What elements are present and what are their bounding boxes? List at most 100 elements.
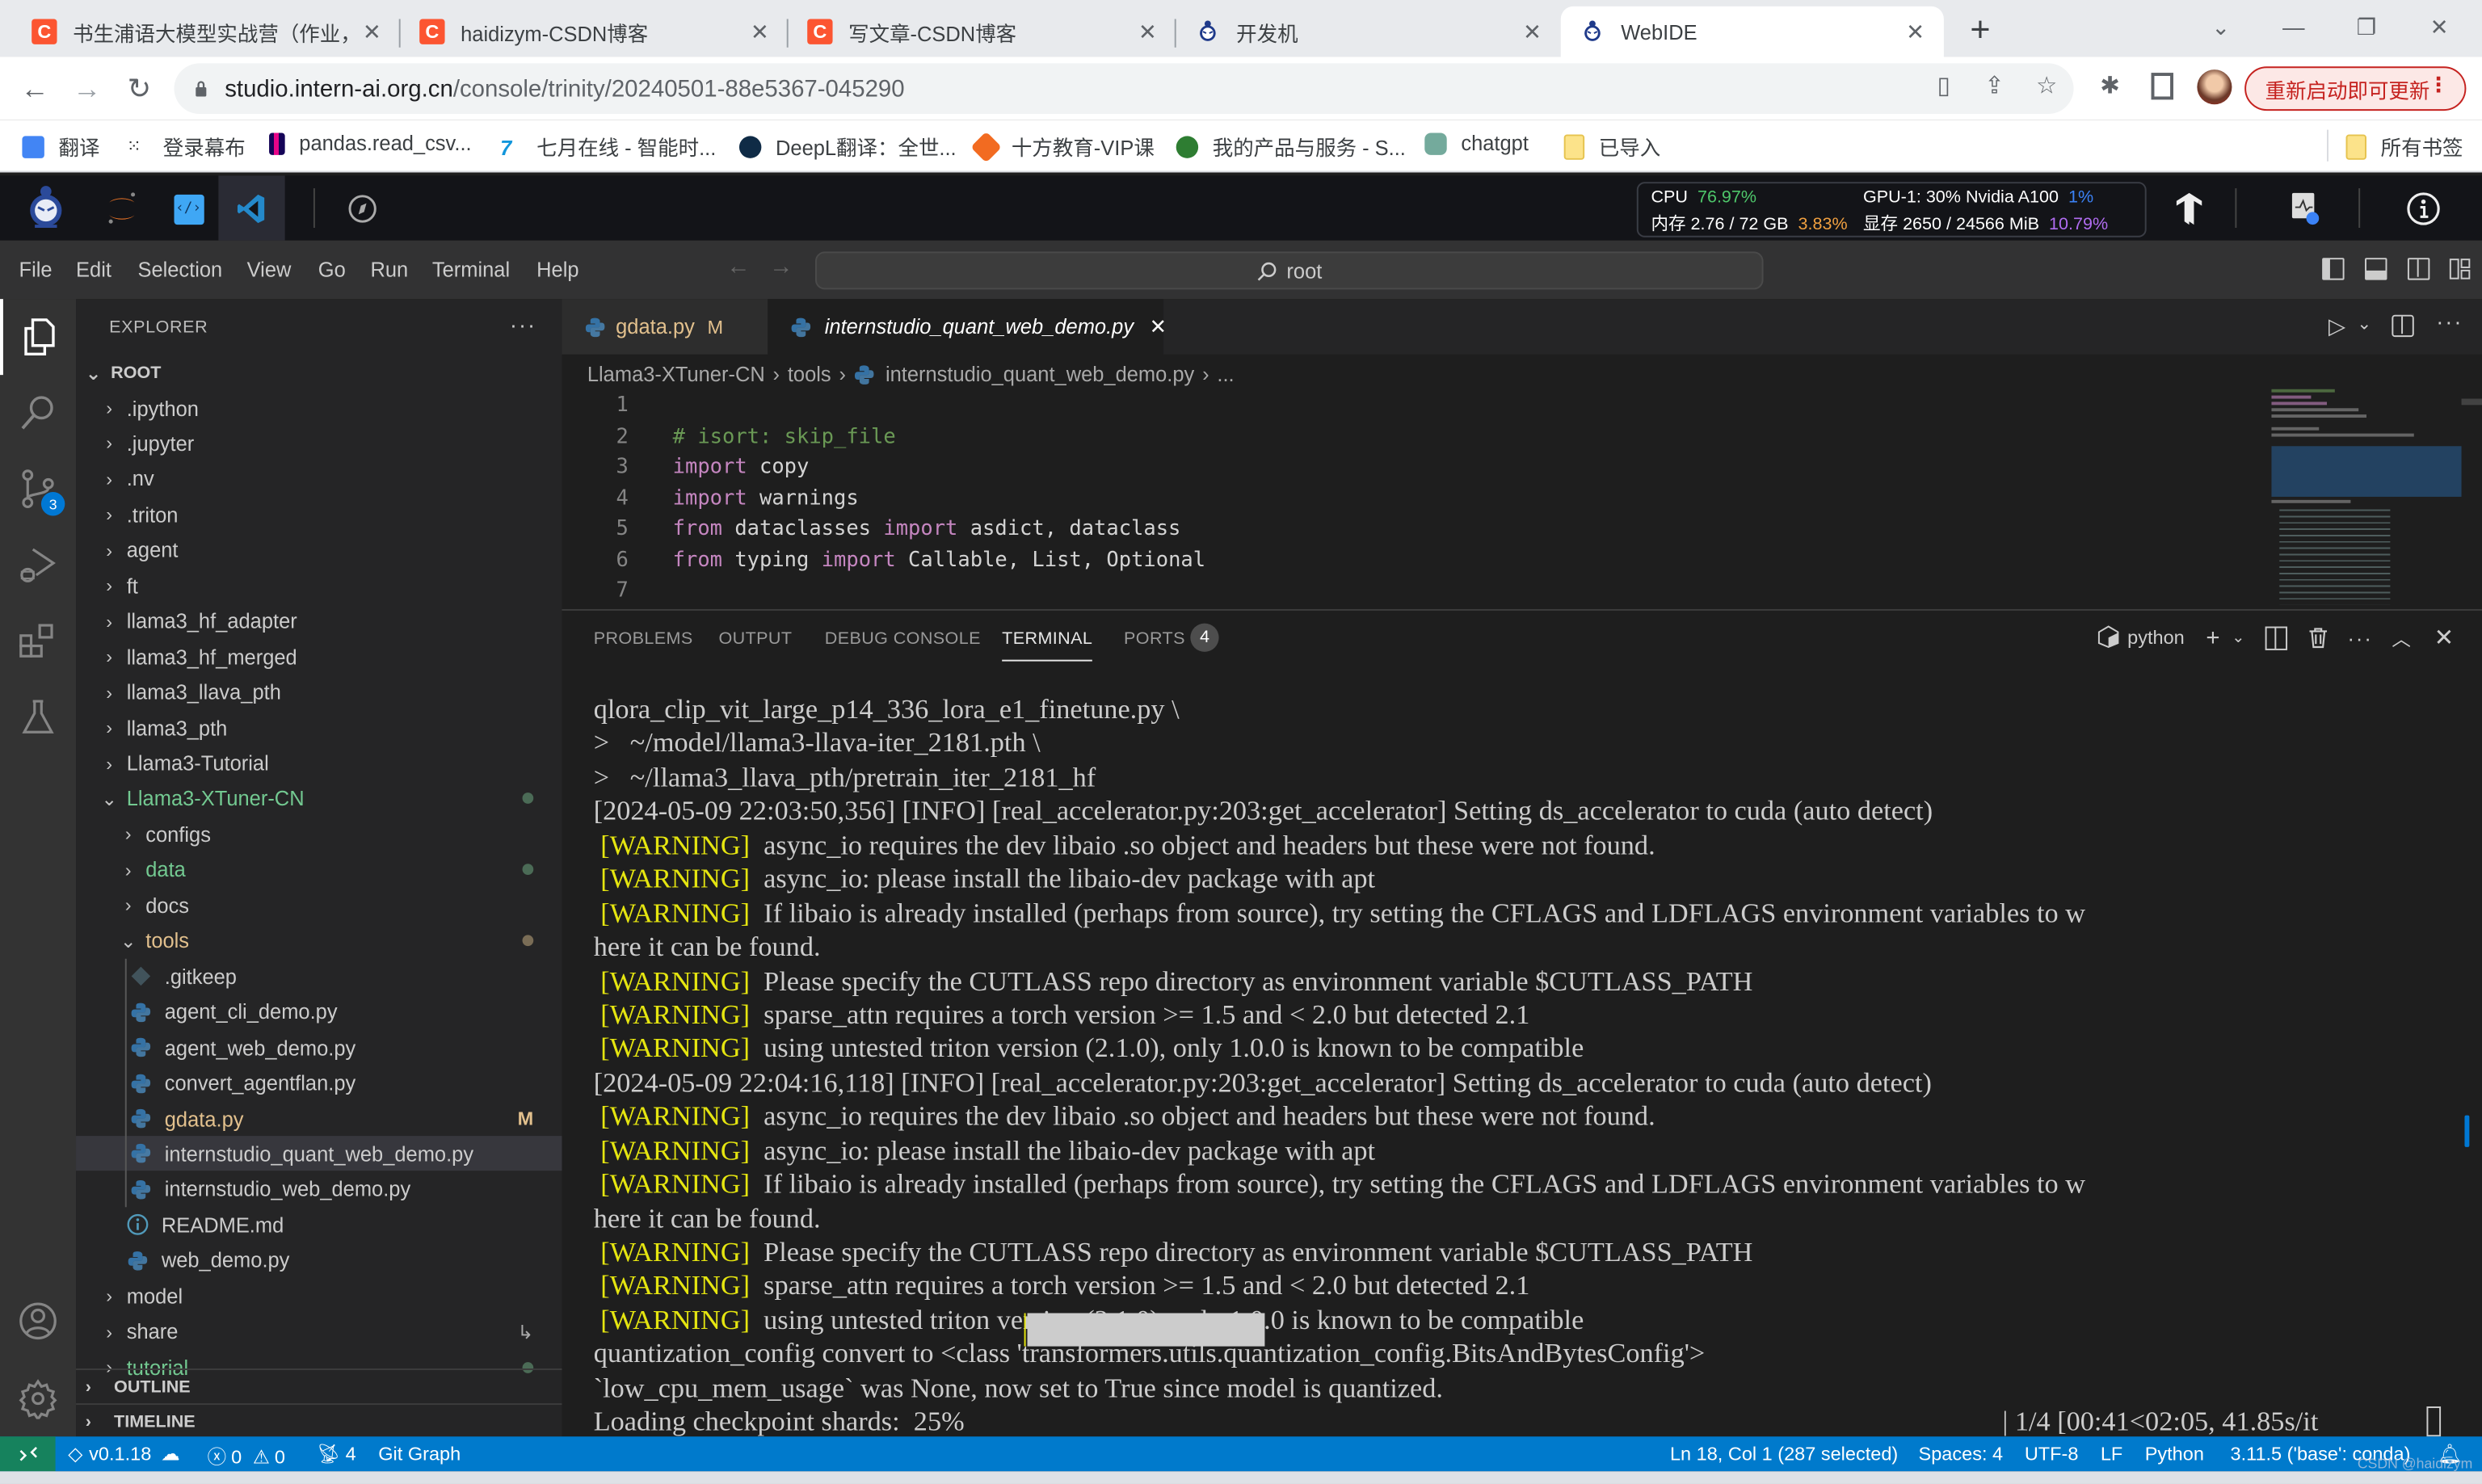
problems-indicator[interactable]: ⓧ 0 ⚠ 0	[208, 1443, 285, 1469]
terminal-scroll-indicator[interactable]	[2464, 1115, 2470, 1147]
code-line[interactable]: from typing import Callable, List, Optio…	[673, 549, 1205, 572]
close-window-button[interactable]: ✕	[2403, 0, 2476, 54]
bookmark-item[interactable]: 十方教育-VIP课	[970, 130, 1155, 162]
breadcrumb-item[interactable]: internstudio_quant_web_demo.py	[886, 362, 1194, 385]
browser-tab[interactable]: C 写文章-CSDN博客 ✕	[789, 6, 1176, 57]
tree-folder[interactable]: › configs	[76, 817, 562, 851]
all-bookmarks-folder[interactable]: 所有书签	[2345, 132, 2463, 162]
tree-file[interactable]: internstudio_quant_web_demo.py	[76, 1136, 562, 1172]
breadcrumb-item[interactable]: Llama3-XTuner-CN	[587, 362, 765, 385]
clipboard-icon[interactable]: ▯	[1928, 69, 1959, 101]
testing-activity[interactable]	[0, 679, 76, 755]
bookmark-item[interactable]: ⁙ 登录幕布	[127, 132, 246, 162]
tree-file[interactable]: README.md	[76, 1208, 562, 1242]
terminal-output[interactable]: qlora_clip_vit_large_p14_336_lora_e1_fin…	[594, 693, 2477, 1440]
editor-more-actions[interactable]: ···	[2436, 309, 2463, 334]
side-panel-icon[interactable]	[2147, 69, 2178, 101]
toggle-panel-icon[interactable]	[2365, 258, 2387, 280]
tab-close-button[interactable]: ✕	[1517, 19, 1548, 45]
panel-more-actions[interactable]: ···	[2346, 624, 2375, 652]
command-center-search[interactable]: root	[814, 251, 1764, 290]
bookmark-folder[interactable]: 已导入	[1563, 132, 1660, 162]
tab-search-button[interactable]: ⌄	[2185, 0, 2257, 54]
indentation[interactable]: Spaces: 4	[1919, 1443, 2004, 1465]
bookmark-item[interactable]: 翻译	[22, 132, 99, 162]
breadcrumb-item[interactable]: tools	[788, 362, 831, 385]
address-bar[interactable]: studio.intern-ai.org.cn/console/trinity/…	[174, 63, 2074, 115]
kebab-menu-icon[interactable]: ⋮	[2428, 73, 2448, 98]
tree-file[interactable]: agent_web_demo.py	[76, 1030, 562, 1065]
tensorflow-icon[interactable]	[2169, 188, 2210, 229]
remote-indicator[interactable]	[0, 1436, 56, 1472]
tab-ports[interactable]: PORTS	[1124, 629, 1185, 649]
search-activity[interactable]	[0, 375, 76, 451]
bookmark-item[interactable]: pandas.read_csv...	[269, 132, 472, 155]
tree-folder[interactable]: › data	[76, 852, 562, 887]
code-line[interactable]: import warnings	[673, 486, 859, 510]
tree-folder[interactable]: › llama3_llava_pth	[76, 675, 562, 709]
split-terminal-icon[interactable]	[2262, 624, 2291, 652]
version-tag[interactable]: ◇ v0.1.18 ☁	[68, 1443, 179, 1465]
menu-go[interactable]: Go	[318, 258, 346, 281]
editor-tab-internstudio-quant[interactable]: internstudio_quant_web_demo.py ✕	[768, 299, 1167, 355]
breadcrumb-item[interactable]: ...	[1217, 362, 1234, 385]
tab-debug-console[interactable]: DEBUG CONSOLE	[825, 629, 981, 649]
tree-file[interactable]: convert_agentflan.py	[76, 1066, 562, 1100]
menu-file[interactable]: File	[19, 258, 53, 281]
share-icon[interactable]: ⇪	[1979, 69, 2010, 101]
menu-edit[interactable]: Edit	[76, 258, 111, 281]
accounts-activity[interactable]	[0, 1283, 76, 1359]
bookmark-item[interactable]: 我的产品与服务 - S...	[1176, 132, 1406, 162]
split-editor-icon[interactable]	[2392, 314, 2414, 338]
outline-section[interactable]: › OUTLINE	[76, 1368, 562, 1405]
extensions-puzzle-icon[interactable]: ✱	[2094, 69, 2126, 101]
browser-tab-active[interactable]: WebIDE ✕	[1560, 6, 1944, 57]
tab-close-button[interactable]: ✕	[1150, 314, 1167, 339]
end-of-line[interactable]: LF	[2101, 1443, 2122, 1465]
jupyter-icon[interactable]	[101, 188, 142, 229]
code-line[interactable]: from dataclasses import asdict, dataclas…	[673, 517, 1181, 540]
bookmark-item[interactable]: DeepL翻译：全世...	[738, 132, 957, 162]
tab-close-button[interactable]: ✕	[744, 19, 776, 45]
tree-folder[interactable]: › .triton	[76, 498, 562, 532]
menu-selection[interactable]: Selection	[137, 258, 222, 281]
tab-output[interactable]: OUTPUT	[718, 629, 792, 649]
root-folder-header[interactable]: ⌄ ROOT	[76, 356, 562, 391]
tree-folder[interactable]: › docs	[76, 888, 562, 923]
tree-file[interactable]: internstudio_web_demo.py	[76, 1172, 562, 1207]
encoding[interactable]: UTF-8	[2025, 1443, 2079, 1465]
git-graph-button[interactable]: Git Graph	[378, 1443, 461, 1465]
tree-file[interactable]: agent_cli_demo.py	[76, 994, 562, 1029]
url-text[interactable]: studio.intern-ai.org.cn/console/trinity/…	[225, 75, 904, 102]
language-mode[interactable]: Python	[2145, 1443, 2204, 1465]
tree-folder[interactable]: › .jupyter	[76, 427, 562, 461]
close-panel-icon[interactable]: ✕	[2429, 624, 2458, 652]
new-tab-button[interactable]: +	[1959, 10, 2000, 51]
update-relaunch-button[interactable]: 重新启动即可更新 ⋮	[2244, 66, 2467, 111]
run-dropdown-icon[interactable]: ⌄	[2357, 313, 2371, 334]
new-terminal-button[interactable]: +	[2198, 624, 2227, 652]
terminal-dropdown-icon[interactable]: ⌄	[2224, 624, 2253, 652]
cursor-position[interactable]: Ln 18, Col 1 (287 selected)	[1670, 1443, 1898, 1465]
terminal-selector[interactable]: python	[2097, 625, 2185, 649]
tree-file[interactable]: web_demo.py	[76, 1243, 562, 1278]
menu-help[interactable]: Help	[536, 258, 578, 281]
explorer-activity[interactable]	[0, 299, 76, 376]
tab-close-button[interactable]: ✕	[356, 19, 388, 45]
tab-terminal[interactable]: TERMINAL	[1002, 629, 1093, 662]
tree-folder[interactable]: › ft	[76, 569, 562, 603]
source-control-activity[interactable]: 3	[0, 451, 76, 527]
run-debug-activity[interactable]	[0, 527, 76, 603]
tree-folder[interactable]: › model	[76, 1279, 562, 1314]
tree-folder[interactable]: › Llama3-Tutorial	[76, 746, 562, 780]
explorer-more-actions[interactable]: ···	[510, 312, 536, 337]
nav-back-icon[interactable]: ←	[726, 253, 750, 280]
browser-tab[interactable]: C haidizym-CSDN博客 ✕	[401, 6, 789, 57]
info-icon[interactable]	[2403, 188, 2444, 229]
menu-run[interactable]: Run	[370, 258, 408, 281]
bookmark-item[interactable]: chatgpt	[1424, 132, 1529, 155]
tree-folder[interactable]: › llama3_pth	[76, 710, 562, 745]
kill-terminal-trash-icon[interactable]	[2303, 624, 2332, 652]
tab-close-button[interactable]: ✕	[1132, 19, 1163, 45]
forward-button[interactable]: →	[68, 69, 106, 107]
